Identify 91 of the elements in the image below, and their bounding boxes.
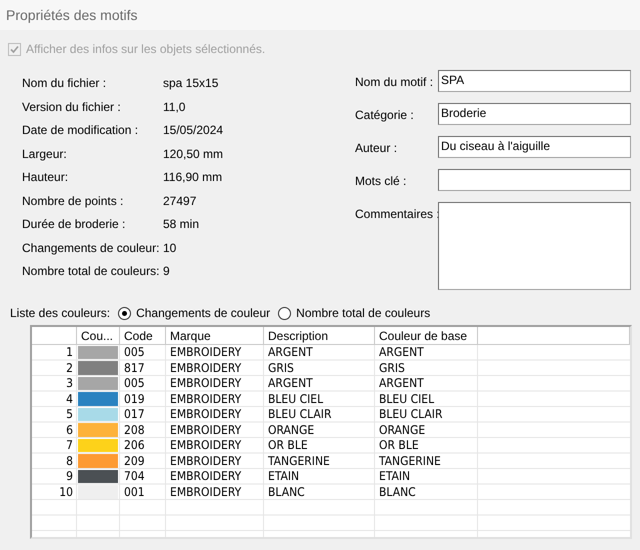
table-cell-text: OR BLE (378, 438, 420, 452)
table-cell-text: EMBROIDERY (169, 469, 242, 484)
radio-option[interactable]: Nombre total de couleurs (278, 306, 430, 320)
info-value: 10 (163, 240, 178, 256)
table-cell-text: EMBROIDERY (169, 407, 242, 422)
comments-field[interactable] (438, 202, 631, 290)
table-cell-text: TANGERINE (378, 454, 442, 468)
info-value: 116,90 mm (163, 170, 224, 186)
table-cell-text: OR BLE (267, 438, 309, 452)
input-field[interactable] (438, 169, 631, 191)
window-title: Propriétés des motifs (0, 0, 640, 30)
table-cell-text: BLANC (267, 484, 306, 499)
info-label: Nom du fichier : (22, 76, 108, 92)
table-cell-text: ETAIN (267, 469, 300, 484)
row-number: 3 (65, 376, 74, 390)
color-list-label: Liste des couleurs: (10, 306, 110, 320)
table-cell-text: ORANGE (267, 422, 316, 437)
field-label: Mots clé : (355, 173, 408, 188)
field-label: Catégorie : (355, 107, 415, 122)
row-number: 9 (65, 469, 74, 484)
row-number: 2 (65, 360, 74, 375)
table-cell-text: BLANC (378, 484, 417, 499)
row-number: 7 (65, 438, 74, 452)
table-cell-text: BLEU CIEL (378, 392, 436, 406)
table-cell-text: 208 (123, 422, 146, 437)
table-cell-text: ARGENT (378, 345, 425, 360)
table-cell-text: 209 (123, 454, 146, 468)
table-cell-text: BLEU CLAIR (267, 407, 332, 422)
row-number: 6 (65, 422, 74, 437)
table-cell-text: EMBROIDERY (169, 376, 242, 390)
info-label: Changements de couleur: (22, 240, 160, 256)
table-cell-text: ARGENT (267, 345, 314, 360)
info-value: 15/05/2024 (163, 123, 224, 139)
info-label: Nombre total de couleurs: (22, 264, 160, 280)
table-cell-text: ARGENT (378, 376, 425, 390)
table-cell-text: ARGENT (267, 376, 314, 390)
table-cell-text: 817 (123, 360, 146, 375)
table-cell-text: 005 (123, 345, 146, 360)
table-cell-text: EMBROIDERY (169, 392, 242, 406)
info-value: 11,0 (163, 100, 186, 116)
table-cell-text: GRIS (378, 360, 406, 375)
table-cell-text: EMBROIDERY (169, 345, 242, 360)
column-header[interactable] (478, 327, 630, 345)
column-header[interactable]: Couleur de base (375, 327, 478, 345)
input-field[interactable]: Broderie (438, 103, 631, 125)
column-header[interactable] (32, 327, 77, 345)
table-cell-text: BLEU CLAIR (378, 407, 444, 422)
table-cell-text: 206 (123, 438, 146, 452)
table-cell-text: 017 (123, 407, 146, 422)
table-cell-text: ORANGE (378, 422, 426, 437)
row-number: 1 (65, 345, 74, 360)
table-cell-text: EMBROIDERY (169, 422, 242, 437)
table-cell-text: EMBROIDERY (169, 360, 242, 375)
info-label: Version du fichier : (22, 100, 122, 116)
column-header[interactable]: Marque (166, 327, 264, 345)
table-cell-text: BLEU CIEL (267, 392, 324, 406)
table-cell-text: 005 (123, 376, 146, 390)
column-header[interactable]: Code (120, 327, 166, 345)
table-cell-text: EMBROIDERY (169, 438, 242, 452)
info-label: Largeur: (22, 146, 68, 162)
table-cell-text: ETAIN (378, 469, 412, 484)
info-value: 58 min (163, 217, 200, 233)
table-cell-text: 019 (123, 392, 146, 406)
row-number: 5 (65, 407, 74, 422)
info-label: Hauteur: (22, 170, 70, 186)
column-header[interactable]: Description (264, 327, 375, 345)
info-label: Nombre de points : (22, 194, 124, 210)
table-cell-text: GRIS (267, 360, 295, 375)
table-cell-text: 001 (123, 484, 146, 499)
info-value: 27497 (163, 194, 198, 210)
info-label: Date de modification : (22, 123, 140, 139)
column-header[interactable]: Cou... (77, 327, 120, 345)
row-number: 10 (58, 484, 74, 499)
row-number: 4 (65, 392, 74, 406)
table-cell-text: EMBROIDERY (169, 454, 242, 468)
radio-button[interactable] (278, 306, 292, 320)
table-cell-text: 704 (123, 469, 146, 484)
table-cell-text: EMBROIDERY (169, 484, 242, 499)
info-value: 120,50 mm (163, 146, 224, 162)
input-field[interactable]: SPA (438, 70, 631, 92)
field-label: Auteur : (355, 140, 398, 155)
field-label: Nom du motif : (355, 74, 434, 89)
show-info-label: Afficher des infos sur les objets sélectionnés. (26, 42, 266, 56)
row-number: 8 (65, 454, 74, 468)
radio-button[interactable] (118, 306, 132, 320)
info-value: spa 15x15 (163, 76, 220, 92)
input-field[interactable]: Du ciseau à l'aiguille (438, 136, 631, 158)
info-value: 9 (163, 264, 171, 280)
table-cell-text: TANGERINE (267, 454, 331, 468)
radio-option[interactable]: Changements de couleur (118, 306, 270, 320)
info-label: Durée de broderie : (22, 217, 126, 233)
